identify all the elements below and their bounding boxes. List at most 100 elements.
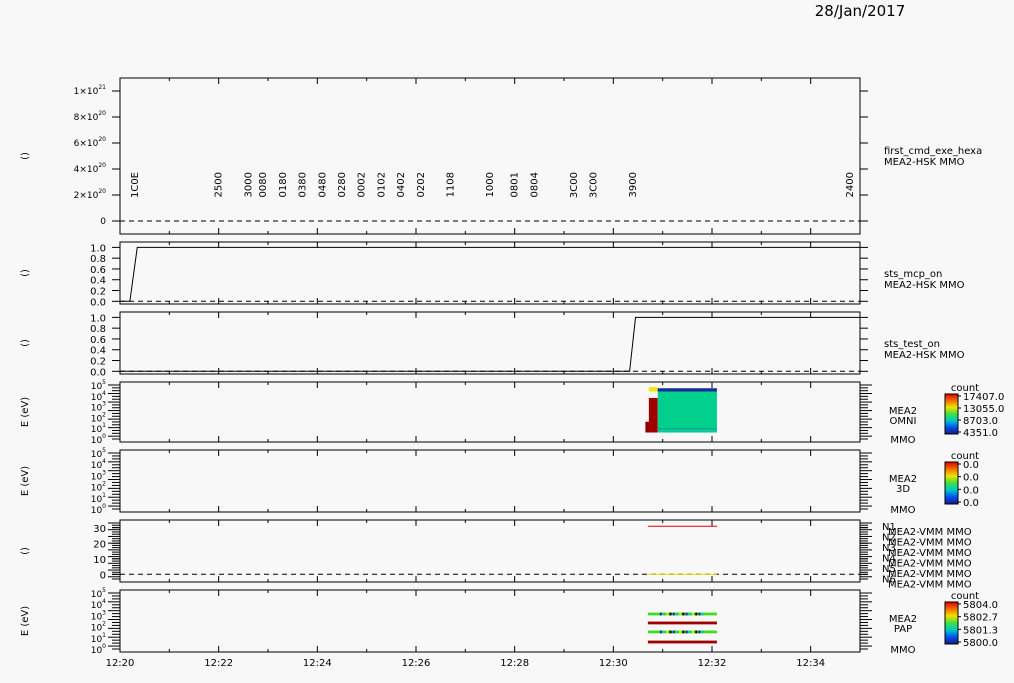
heatmap-stripe	[669, 612, 672, 616]
panel-3: E (eV)100101102103104105MEA2OMNIMMOcount…	[20, 379, 1004, 446]
y-tick-label: 4×1020	[74, 162, 107, 175]
heatmap-stripe	[685, 630, 688, 634]
heatmap-stripe	[701, 612, 704, 616]
series-line-0	[120, 316, 860, 372]
y-axis-label: E (eV)	[20, 466, 31, 496]
y-axis-label: E (eV)	[20, 397, 31, 427]
series-line-0	[120, 246, 860, 302]
heatmap-block-1	[648, 397, 658, 433]
panel-2: () 0.00.20.40.60.81.0 sts_test_onMEA2-HSK …	[20, 311, 965, 378]
heatmap-stripe	[659, 612, 662, 616]
y-tick-label: 0.8	[90, 254, 106, 265]
y-axis-label: ()	[20, 152, 31, 160]
legend-label-0: MEA2-VMM MMO	[888, 527, 972, 538]
heatmap-block-2	[647, 630, 717, 634]
time-tick-label: 12:28	[500, 658, 529, 669]
heatmap-block-1	[647, 621, 717, 625]
heatmap-block-3	[647, 640, 717, 644]
panel-1: () 0.00.20.40.60.81.0 sts_mcp_onMEA2-HSK M…	[20, 241, 965, 308]
y-tick-label: 0.4	[90, 276, 106, 287]
annotation-label-9: 0102	[376, 172, 387, 197]
colorbar-tick-label: 5802.7	[963, 613, 998, 624]
y-tick-label: 1×1021	[74, 84, 107, 97]
y-tick-label: 20	[93, 539, 106, 550]
annotation-label-5: 0380	[298, 172, 309, 197]
heatmap-block-0	[647, 612, 717, 616]
annotation-label-16: 3C00	[569, 172, 580, 198]
side-label-instrument: MEA2-HSK MMO	[884, 157, 965, 168]
annotation-label-10: 0402	[396, 172, 407, 197]
side-label-product: OMNI	[890, 416, 917, 427]
heatmap-stripe	[666, 612, 669, 616]
heatmap-stripe	[688, 630, 691, 634]
colorbar-tick-label: 0.0	[963, 460, 979, 471]
heatmap-stripe	[672, 612, 675, 616]
side-label-spacecraft: MMO	[890, 435, 915, 446]
colorbar	[944, 393, 959, 435]
y-tick-label: 0	[100, 217, 106, 227]
annotation-label-12: 1108	[446, 172, 457, 197]
colorbar-tick-label: 0.0	[963, 473, 979, 484]
heatmap-stripe	[698, 612, 701, 616]
annotation-label-1: 2500	[214, 172, 225, 197]
colorbar-tick-label: 5804.0	[963, 600, 998, 611]
colorbar-tick-label: 13055.0	[963, 404, 1004, 415]
mea2-summary-plot: 28/Jan/2017 () 0 2×1020 4×1020 6×1020 8×1020 1…	[20, 2, 1004, 669]
y-tick-label: 100	[91, 503, 106, 516]
y-tick-label: 0.0	[90, 297, 106, 308]
time-tick-label: 12:22	[204, 658, 233, 669]
time-tick-label: 12:32	[698, 658, 727, 669]
y-tick-label: 2×1020	[74, 188, 107, 201]
side-label-param: first_cmd_exe_hexa	[884, 146, 982, 157]
heatmap-stripe	[692, 630, 695, 634]
y-axis-label: ()	[20, 547, 31, 555]
heatmap-stripe	[675, 612, 678, 616]
heatmap-stripe	[663, 612, 666, 616]
heatmap-block-5	[657, 428, 717, 430]
y-tick-label: 10	[93, 555, 106, 566]
y-tick-label: 1.0	[90, 243, 106, 254]
heatmap-stripe	[659, 630, 662, 634]
legend-label-3: MEA2-VMM MMO	[888, 559, 972, 570]
annotation-label-15: 0804	[529, 172, 540, 197]
annotation-label-7: 0280	[337, 172, 348, 197]
time-tick-label: 12:24	[303, 658, 332, 669]
heatmap-stripe	[695, 612, 698, 616]
panel-0: () 0 2×1020 4×1020 6×1020 8×1020 1×1021 1C0E 250…	[20, 77, 982, 235]
y-tick-label: 0	[100, 570, 106, 581]
heatmap-stripe	[669, 630, 672, 634]
heatmap-stripe	[682, 630, 685, 634]
colorbar	[944, 601, 959, 645]
legend-label-2: MEA2-VMM MMO	[888, 548, 972, 559]
annotation-label-19: 2400	[845, 172, 856, 197]
annotation-label-18: 3900	[628, 172, 639, 197]
annotation-label-2: 3000	[243, 172, 254, 197]
side-label-spacecraft: MMO	[890, 645, 915, 656]
side-label-product: PAP	[894, 624, 912, 635]
y-tick-label: 1.0	[90, 313, 106, 324]
colorbar-tick-label: 0.0	[963, 485, 979, 496]
panel-6: E (eV)100101102103104105MEA2PAPMMOcount5…	[20, 587, 998, 656]
time-tick-label: 12:20	[106, 658, 135, 669]
annotation-label-13: 1000	[485, 172, 496, 197]
heatmap-stripe	[692, 612, 695, 616]
y-tick-label: 0.8	[90, 324, 106, 335]
y-tick-label: 30	[93, 524, 106, 535]
side-label-instrument: MEA2-HSK MMO	[884, 350, 965, 361]
heatmap-stripe	[679, 612, 682, 616]
side-label-instrument: MEA2-HSK MMO	[884, 280, 965, 291]
time-tick-label: 12:26	[402, 658, 431, 669]
colorbar-tick-label: 8703.0	[963, 416, 998, 427]
y-axis-label: E (eV)	[20, 606, 31, 636]
heatmap-stripe	[675, 630, 678, 634]
side-label-product: 3D	[896, 484, 910, 495]
annotation-label-6: 0480	[317, 172, 328, 197]
heatmap-stripe	[688, 612, 691, 616]
heatmap-stripe	[685, 612, 688, 616]
heatmap-block-4	[657, 388, 717, 392]
colorbar	[944, 461, 959, 505]
y-tick-label: 8×1020	[74, 110, 107, 123]
heatmap-stripe	[666, 630, 669, 634]
y-tick-label: 0.6	[90, 265, 106, 276]
panel-frame	[119, 77, 861, 235]
